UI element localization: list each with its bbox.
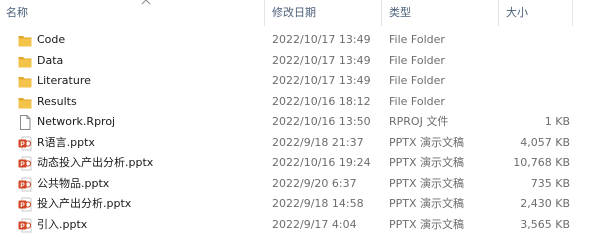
column-divider[interactable]: [264, 0, 265, 26]
file-name: 引入.pptx: [37, 217, 88, 231]
file-date: 2022/9/17 4:04: [272, 217, 357, 231]
svg-text:P: P: [20, 223, 25, 230]
svg-text:P: P: [20, 141, 25, 148]
column-size-header[interactable]: 大小: [506, 4, 528, 22]
powerpoint-icon: P: [18, 197, 32, 212]
file-date: 2022/9/20 6:37: [272, 176, 357, 190]
column-type-header[interactable]: 类型: [389, 4, 411, 22]
svg-text:P: P: [20, 202, 25, 209]
file-date: 2022/9/18 21:37: [272, 135, 364, 149]
file-date: 2022/10/17 13:49: [272, 33, 371, 46]
folder-icon: [18, 33, 32, 48]
file-name: 动态投入产出分析.pptx: [37, 156, 154, 169]
file-type: File Folder: [389, 33, 445, 46]
svg-text:P: P: [20, 161, 25, 168]
file-name: R语言.pptx: [37, 135, 95, 149]
sort-ascending-icon: [141, 0, 151, 5]
file-name: Data: [37, 53, 64, 67]
file-name: Network.Rproj: [37, 115, 116, 128]
file-size: 3,565 KB: [520, 217, 570, 231]
file-date: 2022/10/17 13:49: [272, 74, 371, 87]
file-list: Code 2022/10/17 13:49 File Folder Data 2022/…: [0, 30, 600, 235]
powerpoint-icon: P: [18, 156, 32, 171]
file-type: File Folder: [389, 74, 445, 87]
document-icon: [18, 115, 32, 130]
column-date-header[interactable]: 修改日期: [272, 4, 316, 22]
file-size: 10,768 KB: [513, 156, 570, 169]
column-divider[interactable]: [381, 0, 382, 26]
powerpoint-icon: P: [18, 136, 32, 151]
file-type: File Folder: [389, 94, 445, 108]
file-date: 2022/9/18 14:58: [272, 197, 364, 210]
file-size: 735 KB: [530, 176, 570, 190]
folder-icon: [18, 74, 32, 89]
file-type: PPTX 演示文稿: [389, 217, 465, 231]
column-divider[interactable]: [498, 0, 499, 26]
file-date: 2022/10/17 13:49: [272, 53, 371, 67]
file-name: 公共物品.pptx: [37, 176, 110, 190]
file-date: 2022/10/16 13:50: [272, 115, 371, 128]
powerpoint-icon: P: [18, 177, 32, 192]
file-row[interactable]: Code 2022/10/17 13:49 File Folder: [0, 30, 600, 51]
column-divider[interactable]: [572, 0, 573, 26]
file-row[interactable]: Literature 2022/10/17 13:49 File Folder: [0, 71, 600, 92]
file-row[interactable]: Network.Rproj 2022/10/16 13:50 RPROJ 文件 1 K…: [0, 112, 600, 133]
file-row[interactable]: P 投入产出分析.pptx 2022/9/18 14:58 PPTX 演示文稿 2,43…: [0, 194, 600, 215]
file-row[interactable]: P 公共物品.pptx 2022/9/20 6:37 PPTX 演示文稿 735 KB: [0, 174, 600, 195]
svg-text:P: P: [20, 182, 25, 189]
column-name-header[interactable]: 名称: [6, 4, 28, 22]
powerpoint-icon: P: [18, 218, 32, 233]
file-name: Code: [37, 33, 66, 46]
file-size: 1 KB: [544, 115, 570, 128]
file-type: PPTX 演示文稿: [389, 135, 465, 149]
column-header: 名称 修改日期 类型 大小: [0, 0, 600, 27]
file-type: RPROJ 文件: [389, 115, 449, 128]
file-name: Literature: [37, 74, 91, 87]
file-row[interactable]: P R语言.pptx 2022/9/18 21:37 PPTX 演示文稿 4,057 K…: [0, 133, 600, 154]
file-name: Results: [37, 94, 77, 108]
file-type: PPTX 演示文稿: [389, 197, 465, 210]
folder-icon: [18, 95, 32, 110]
file-date: 2022/10/16 18:12: [272, 94, 371, 108]
file-row[interactable]: P 动态投入产出分析.pptx 2022/10/16 19:24 PPTX 演示文稿 1…: [0, 153, 600, 174]
file-date: 2022/10/16 19:24: [272, 156, 371, 169]
file-type: PPTX 演示文稿: [389, 176, 465, 190]
file-size: 2,430 KB: [520, 197, 570, 210]
file-row[interactable]: Data 2022/10/17 13:49 File Folder: [0, 51, 600, 72]
file-row[interactable]: P 引入.pptx 2022/9/17 4:04 PPTX 演示文稿 3,565 KB: [0, 215, 600, 236]
file-name: 投入产出分析.pptx: [37, 197, 132, 210]
file-size: 4,057 KB: [520, 135, 570, 149]
file-type: File Folder: [389, 53, 445, 67]
file-row[interactable]: Results 2022/10/16 18:12 File Folder: [0, 92, 600, 113]
folder-icon: [18, 54, 32, 69]
file-type: PPTX 演示文稿: [389, 156, 465, 169]
